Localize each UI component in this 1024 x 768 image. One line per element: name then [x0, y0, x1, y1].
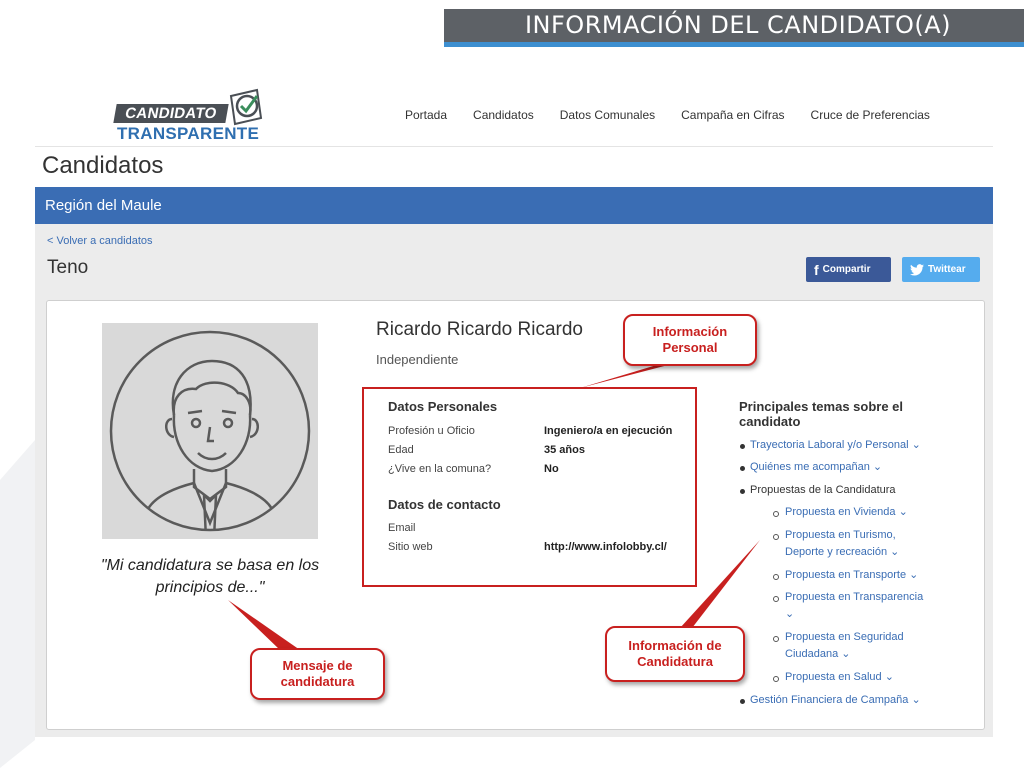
- topic-label: Propuesta en Transparencia: [785, 591, 924, 603]
- nav-campana-en-cifras[interactable]: Campaña en Cifras: [681, 108, 784, 122]
- twitter-share-button[interactable]: Twittear: [902, 257, 980, 282]
- topic-label: Propuesta en Vivienda: [785, 506, 896, 518]
- topic-trayectoria[interactable]: Trayectoria Laboral y/o Personal ⌄: [750, 437, 921, 454]
- twitter-icon: [910, 263, 924, 276]
- topic-label: Propuesta en Turismo, Deporte y recreaci…: [785, 529, 896, 558]
- candidate-party: Independiente: [376, 352, 459, 367]
- chevron-down-icon: ⌄: [884, 671, 894, 683]
- candidacy-quote: "Mi candidatura se basa en los principio…: [100, 557, 320, 596]
- chevron-down-icon: ⌄: [872, 461, 883, 473]
- topic-label: Gestión Financiera de Campaña: [750, 694, 909, 706]
- page-title: Candidatos: [42, 152, 164, 179]
- facebook-icon: f: [814, 261, 819, 278]
- nav-datos-comunales[interactable]: Datos Comunales: [560, 108, 655, 122]
- chevron-down-icon: ⌄: [911, 439, 921, 451]
- bullet-icon: [740, 444, 745, 449]
- callout-candidacy-info: Información de Candidatura: [605, 626, 745, 682]
- callout-candidacy-message: Mensaje de candidatura: [250, 648, 385, 700]
- topic-quienes-me-acompanan[interactable]: Quiénes me acompañan ⌄: [750, 459, 882, 476]
- bullet-icon: [773, 534, 779, 540]
- topic-label: Quiénes me acompañan: [750, 461, 870, 473]
- topic-seguridad[interactable]: Propuesta en Seguridad Ciudadana ⌄: [785, 629, 925, 663]
- bullet-icon: [773, 596, 779, 602]
- topic-transparencia[interactable]: Propuesta en Transparencia ⌄: [785, 589, 945, 623]
- back-to-candidates-link[interactable]: < Volver a candidatos: [47, 235, 153, 247]
- nav-portada[interactable]: Portada: [405, 108, 447, 122]
- callout-personal-info: Información Personal: [623, 314, 757, 366]
- commune-name: Teno: [47, 257, 89, 278]
- bullet-icon: [740, 489, 745, 494]
- avatar: [102, 323, 318, 539]
- chevron-down-icon: ⌄: [911, 694, 921, 706]
- facebook-share-label: Compartir: [822, 264, 871, 275]
- chevron-down-icon: ⌄: [909, 569, 919, 581]
- personal-info-highlight-box: [362, 387, 697, 587]
- chevron-down-icon: ⌄: [898, 506, 908, 518]
- header-divider: [35, 146, 993, 147]
- topic-salud[interactable]: Propuesta en Salud ⌄: [785, 669, 894, 686]
- candidate-avatar-icon: [109, 330, 311, 532]
- topic-turismo[interactable]: Propuesta en Turismo, Deporte y recreaci…: [785, 527, 935, 561]
- topics-title: Principales temas sobre el candidato: [739, 399, 904, 429]
- bullet-icon: [773, 676, 779, 682]
- checkmark-icon: [229, 88, 263, 126]
- slide-title: INFORMACIÓN DEL CANDIDATO(A): [444, 9, 1024, 42]
- region-bar: Región del Maule: [35, 187, 993, 224]
- logo-text-bottom: TRANSPARENTE: [117, 124, 260, 143]
- twitter-share-label: Twittear: [928, 264, 966, 275]
- topic-gestion-financiera[interactable]: Gestión Financiera de Campaña ⌄: [750, 692, 921, 709]
- chevron-down-icon: ⌄: [841, 648, 851, 660]
- topic-transporte[interactable]: Propuesta en Transporte ⌄: [785, 567, 918, 584]
- logo-text-top: CANDIDATO: [113, 104, 229, 123]
- bullet-icon: [773, 636, 779, 642]
- topic-label: Propuesta en Transporte: [785, 569, 907, 581]
- topic-label: Trayectoria Laboral y/o Personal: [750, 439, 909, 451]
- nav-cruce-de-preferencias[interactable]: Cruce de Preferencias: [811, 108, 930, 122]
- bullet-icon: [773, 511, 779, 517]
- chevron-down-icon: ⌄: [890, 546, 900, 558]
- main-nav: Portada Candidatos Datos Comunales Campa…: [405, 108, 930, 122]
- bullet-icon: [740, 699, 745, 704]
- bullet-icon: [740, 466, 745, 471]
- topic-vivienda[interactable]: Propuesta en Vivienda ⌄: [785, 504, 908, 521]
- topic-propuestas: Propuestas de la Candidatura: [750, 484, 896, 496]
- topic-label: Propuesta en Salud: [785, 671, 882, 683]
- chevron-down-icon: ⌄: [785, 608, 795, 620]
- facebook-share-button[interactable]: f Compartir: [806, 257, 891, 282]
- nav-candidatos[interactable]: Candidatos: [473, 108, 534, 122]
- bullet-icon: [773, 574, 779, 580]
- site-logo[interactable]: CANDIDATO TRANSPARENTE: [113, 86, 265, 144]
- slide-title-underline: [444, 42, 1024, 47]
- candidate-name: Ricardo Ricardo Ricardo: [376, 319, 583, 340]
